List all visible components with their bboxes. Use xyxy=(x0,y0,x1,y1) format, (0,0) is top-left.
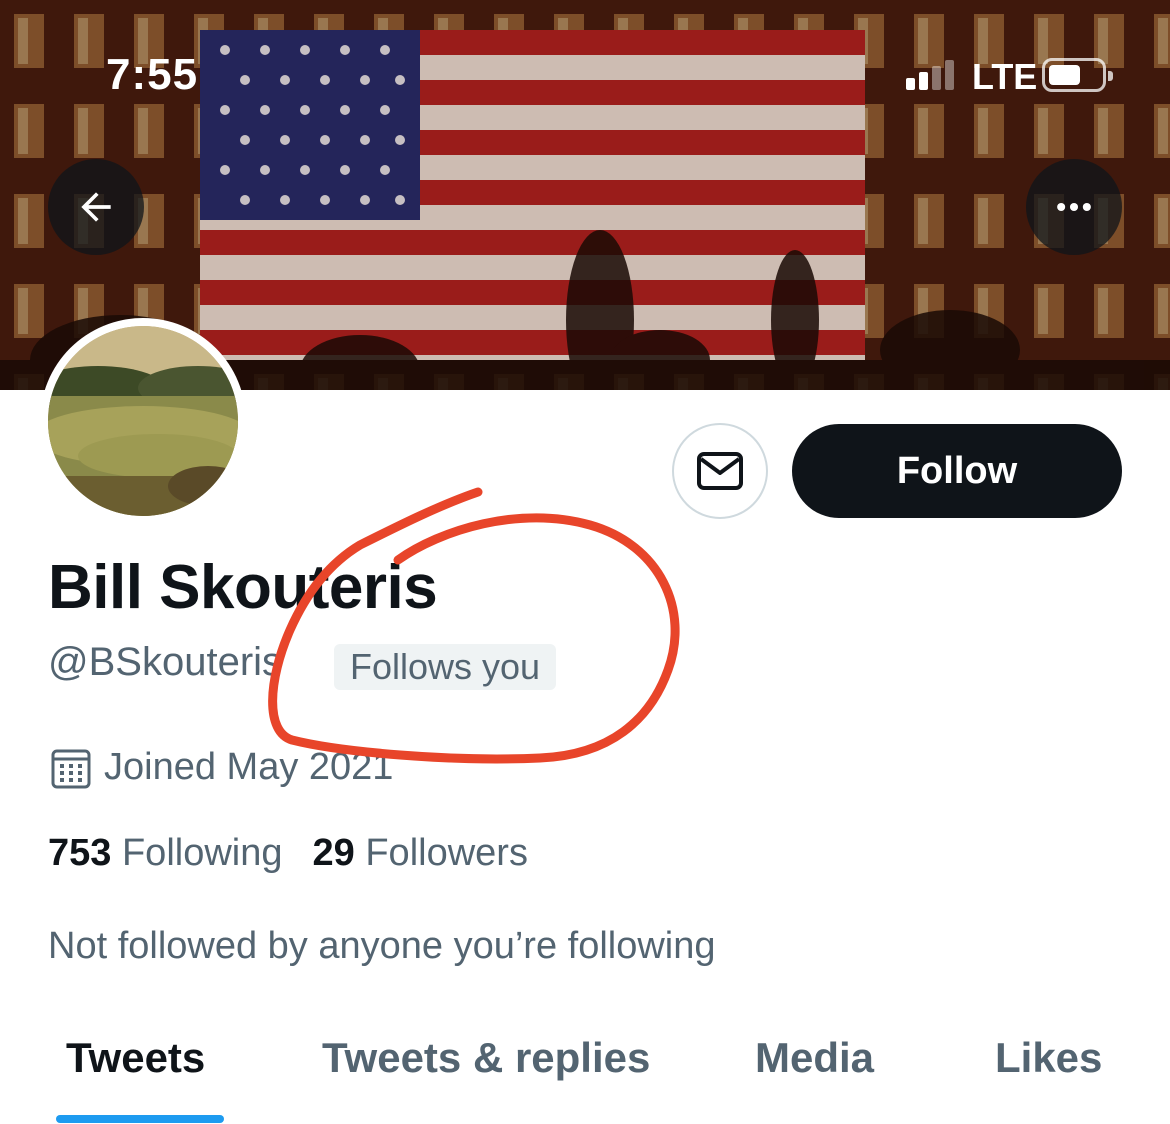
follow-stats: 753 Following 29 Followers xyxy=(48,832,528,875)
tab-media[interactable]: Media xyxy=(755,1034,874,1082)
envelope-icon xyxy=(697,452,743,490)
display-name: Bill Skouteris xyxy=(48,553,438,622)
tab-tweets-and-replies[interactable]: Tweets & replies xyxy=(322,1034,650,1082)
followers-count: 29 xyxy=(312,832,355,874)
followers-label: Followers xyxy=(365,832,528,874)
message-button[interactable] xyxy=(672,423,768,519)
back-button[interactable] xyxy=(48,159,144,255)
golf-course-avatar-image xyxy=(48,326,238,516)
user-handle: @BSkouteris xyxy=(48,640,283,684)
arrow-left-icon xyxy=(81,192,111,222)
ellipsis-icon xyxy=(1057,202,1091,212)
battery-level xyxy=(1049,65,1080,85)
more-options-button[interactable] xyxy=(1026,159,1122,255)
follow-button[interactable]: Follow xyxy=(792,424,1122,518)
avatar[interactable] xyxy=(48,326,238,516)
followers-link[interactable]: 29 Followers xyxy=(313,832,528,874)
calendar-icon xyxy=(51,749,91,789)
joined-date: Joined May 2021 xyxy=(104,746,394,788)
battery-icon xyxy=(1042,58,1113,92)
active-tab-indicator xyxy=(56,1115,224,1123)
tab-tweets[interactable]: Tweets xyxy=(66,1034,205,1082)
mutual-followers-note: Not followed by anyone you’re following xyxy=(48,925,716,967)
network-type: LTE xyxy=(972,56,1038,97)
following-count: 753 xyxy=(48,832,112,874)
status-time: 7:55 xyxy=(106,50,199,99)
cellular-signal-icon xyxy=(906,58,958,90)
follows-you-badge: Follows you xyxy=(334,644,557,690)
following-link[interactable]: 753 Following xyxy=(48,832,283,874)
following-label: Following xyxy=(121,832,283,874)
tab-likes[interactable]: Likes xyxy=(995,1034,1102,1082)
